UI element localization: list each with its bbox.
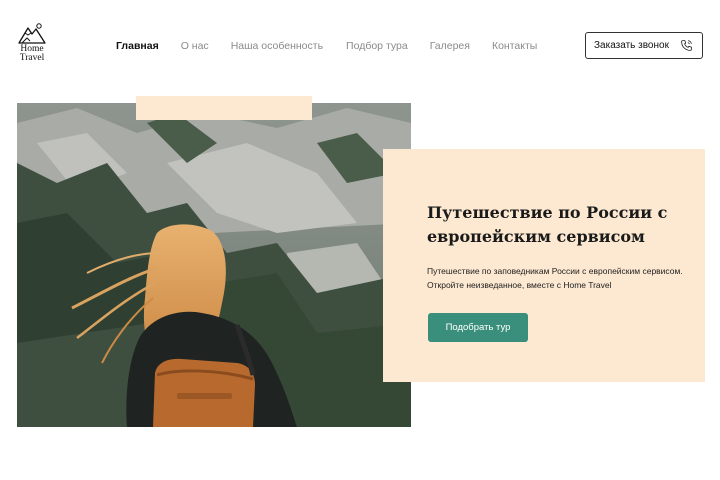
hero-description: Путешествие по заповедникам России с евр…	[427, 266, 683, 290]
request-call-label: Заказать звонок	[594, 40, 669, 51]
hero-photo	[17, 103, 411, 427]
logo-line-2: Travel	[19, 53, 45, 63]
nav-item-tour-selection[interactable]: Подбор тура	[346, 40, 408, 52]
nav-item-features[interactable]: Наша особенность	[231, 40, 323, 52]
mountain-logo-icon	[18, 23, 46, 44]
nav-item-home[interactable]: Главная	[116, 40, 159, 52]
request-call-button[interactable]: Заказать звонок	[585, 32, 703, 59]
phone-icon	[681, 40, 692, 51]
nav-item-contacts[interactable]: Контакты	[492, 40, 537, 52]
nav-item-gallery[interactable]: Галерея	[430, 40, 470, 52]
logo[interactable]: Home Travel	[15, 22, 49, 63]
main-nav: Главная О нас Наша особенность Подбор ту…	[116, 39, 537, 52]
hero-photo-illustration	[17, 103, 411, 427]
logo-text: Home Travel	[19, 44, 45, 63]
select-tour-button[interactable]: Подобрать тур	[428, 313, 528, 342]
nav-item-about[interactable]: О нас	[181, 40, 209, 52]
hero-card: Путешествие по России с европейским серв…	[383, 149, 705, 382]
hero-title: Путешествие по России с европейским серв…	[427, 203, 668, 246]
decorative-accent-block	[136, 96, 312, 120]
